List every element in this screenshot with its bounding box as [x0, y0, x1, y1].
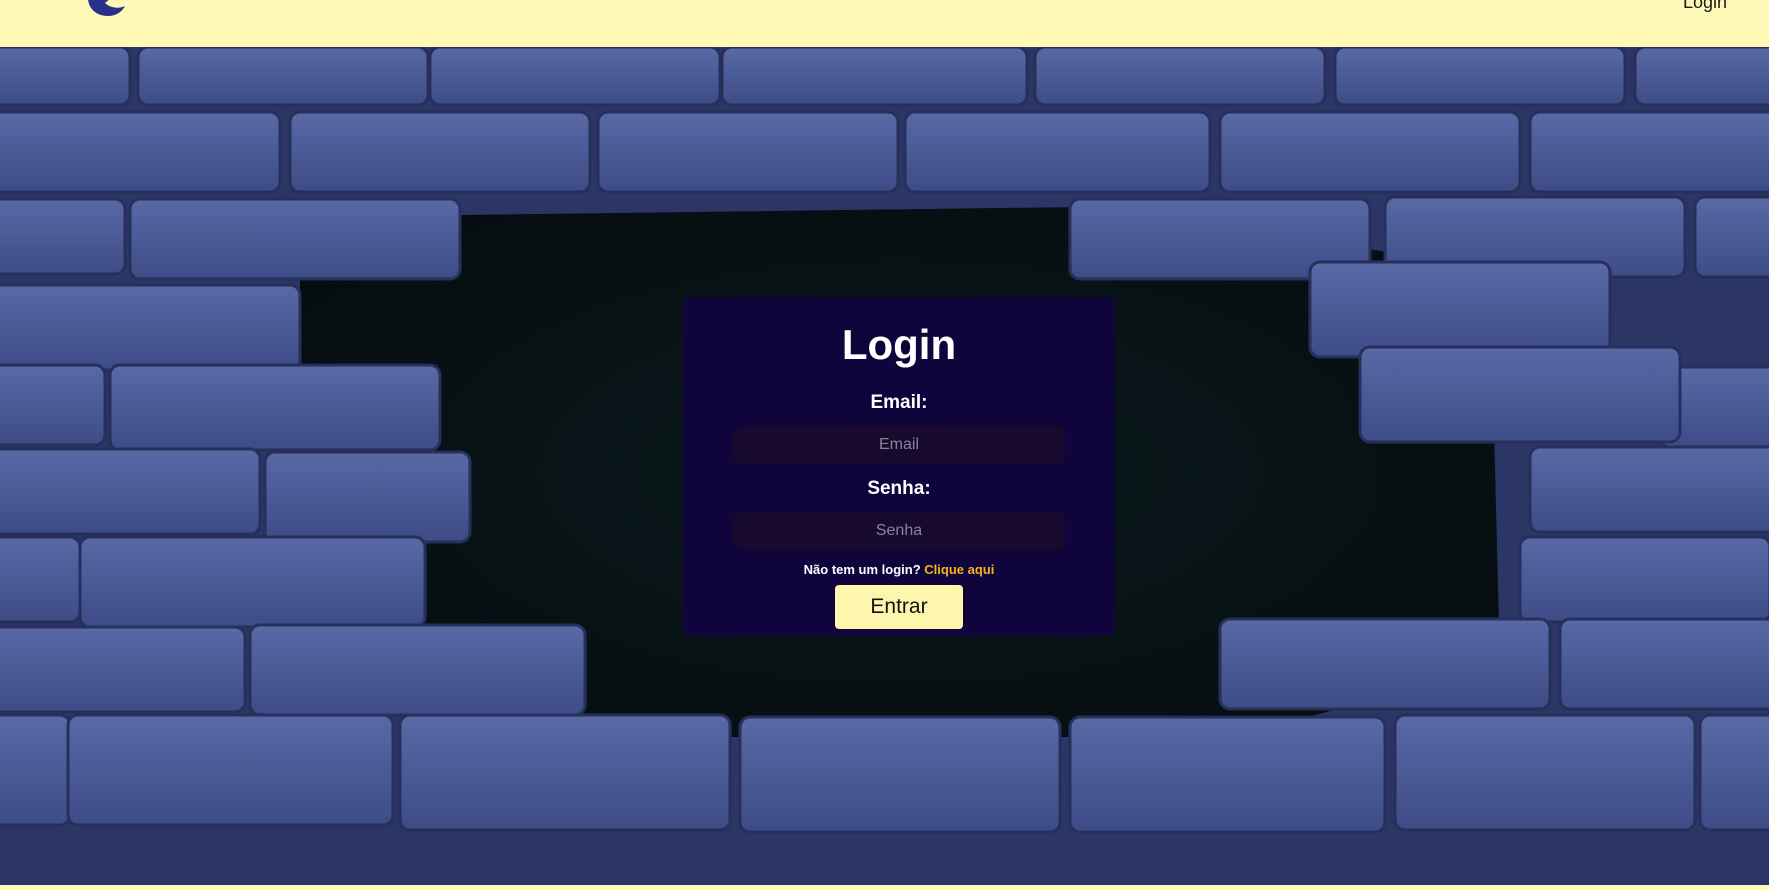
signup-prompt-text: Não tem um login?: [803, 562, 921, 577]
nav-login-link[interactable]: Login: [1683, 0, 1727, 13]
brick: [1393, 713, 1697, 832]
brick: [136, 47, 430, 107]
brick: [596, 110, 900, 194]
password-label: Senha:: [867, 478, 931, 499]
brick: [428, 47, 722, 107]
brick: [0, 363, 107, 447]
brick: [288, 110, 592, 194]
brick: [0, 713, 72, 827]
brick: [398, 713, 732, 832]
brick: [1698, 713, 1769, 832]
brick: [0, 625, 247, 714]
submit-button[interactable]: Entrar: [835, 585, 963, 629]
brick: [1528, 110, 1769, 194]
brick: [248, 623, 587, 717]
footer-strip: [0, 885, 1769, 890]
password-field[interactable]: [733, 512, 1065, 550]
brick: [1358, 345, 1682, 444]
brick: [0, 283, 302, 372]
brick: [263, 450, 472, 544]
brick: [0, 47, 132, 107]
crescent-logo-icon[interactable]: [82, 0, 128, 22]
brick: [128, 197, 462, 281]
brick: [1693, 195, 1769, 279]
brick: [0, 110, 282, 194]
brick: [1558, 617, 1769, 711]
brick: [1068, 715, 1387, 834]
top-header: Login: [0, 0, 1769, 47]
brick: [108, 363, 442, 452]
brick: [78, 535, 427, 629]
login-card: Login Email: Senha: Não tem um login? Cl…: [683, 297, 1115, 636]
brick: [738, 715, 1062, 834]
login-title: Login: [841, 321, 957, 368]
brick: [66, 713, 395, 827]
brick: [0, 535, 82, 624]
brick: [1333, 47, 1627, 107]
signup-prompt-row: Não tem um login? Clique aqui: [683, 562, 1115, 577]
brick: [1218, 617, 1552, 711]
brick: [1518, 535, 1769, 624]
brick: [1218, 110, 1522, 194]
brick: [1033, 47, 1327, 107]
brick: [903, 110, 1212, 194]
brick: [0, 197, 127, 276]
brick: [720, 47, 1029, 107]
email-label: Email:: [870, 392, 928, 413]
brick: [1308, 260, 1612, 359]
signup-link[interactable]: Clique aqui: [924, 562, 994, 577]
brick: [0, 447, 262, 536]
email-field[interactable]: [733, 426, 1065, 464]
brick: [1528, 445, 1769, 534]
brick: [1633, 47, 1769, 107]
